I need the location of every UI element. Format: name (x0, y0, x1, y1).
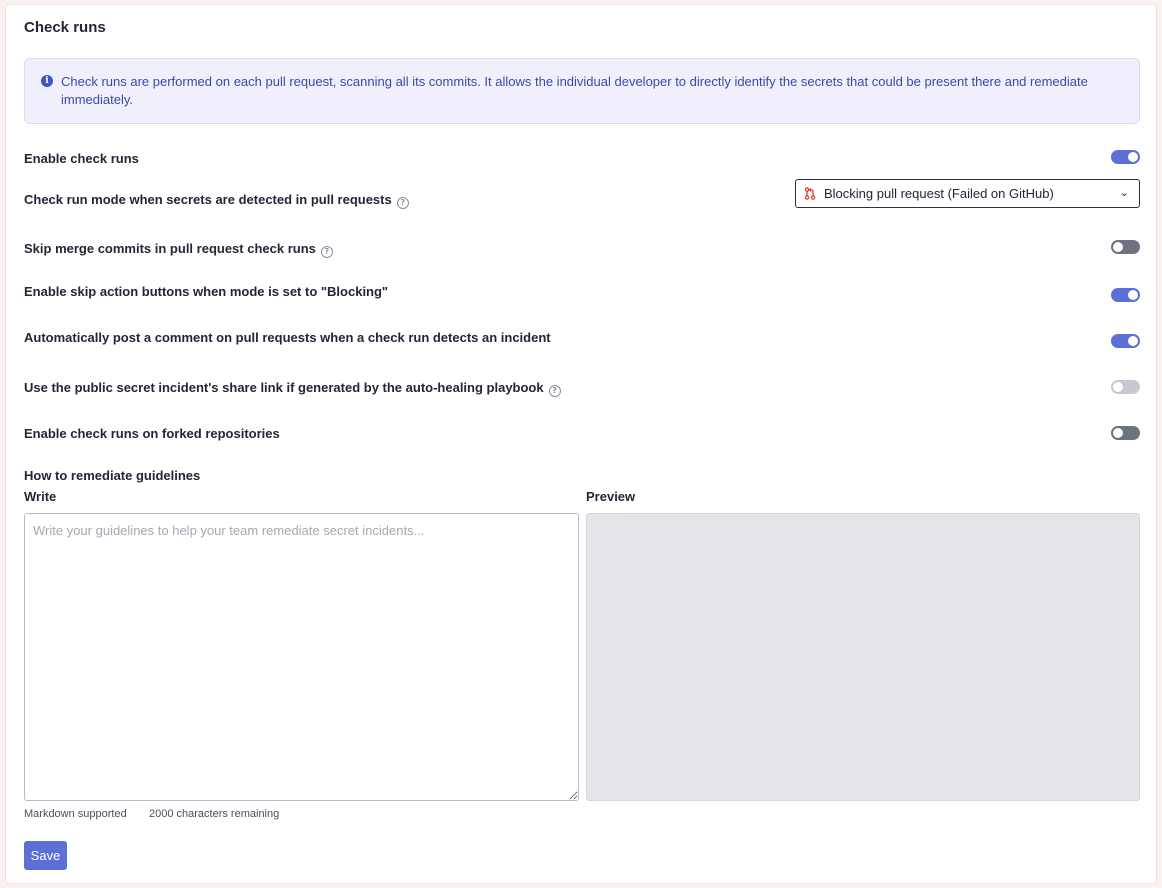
skip-merge-commits-toggle[interactable] (1111, 240, 1140, 254)
check-runs-card: Check runs i Check runs are performed on… (5, 4, 1157, 884)
setting-label: Check run mode when secrets are detected… (24, 191, 409, 209)
check-run-mode-value: Blocking pull request (Failed on GitHub) (824, 186, 1054, 201)
setting-label: Enable check runs (24, 151, 139, 166)
info-banner: i Check runs are performed on each pull … (24, 58, 1140, 124)
setting-label: Use the public secret incident's share l… (24, 379, 561, 397)
setting-label: Enable check runs on forked repositories (24, 426, 280, 441)
setting-skip-merge-commits: Skip merge commits in pull request check… (24, 240, 1140, 268)
setting-label: Automatically post a comment on pull req… (24, 330, 551, 345)
setting-public-share-link: Use the public secret incident's share l… (24, 379, 1140, 407)
setting-check-run-mode: Check run mode when secrets are detected… (24, 179, 1140, 219)
forked-repositories-toggle[interactable] (1111, 426, 1140, 440)
setting-enable-check-runs: Enable check runs (24, 150, 1140, 178)
setting-auto-post-comment: Automatically post a comment on pull req… (24, 329, 1140, 357)
guidelines-preview (586, 513, 1140, 801)
guidelines-textarea[interactable] (24, 513, 579, 801)
preview-label: Preview (586, 489, 636, 504)
skip-action-buttons-toggle[interactable] (1111, 288, 1140, 302)
characters-remaining: 2000 characters remaining (149, 808, 280, 820)
info-text: Check runs are performed on each pull re… (61, 74, 1088, 107)
setting-label: Enable skip action buttons when mode is … (24, 284, 389, 299)
info-icon: i (41, 75, 53, 87)
setting-label-text: Check run mode when secrets are detected… (24, 192, 392, 207)
guidelines-heading: How to remediate guidelines (24, 468, 201, 483)
help-icon[interactable]: ? (320, 246, 333, 258)
setting-enable-skip-action-buttons: Enable skip action buttons when mode is … (24, 283, 1140, 311)
chevron-down-icon: ⌄ (1119, 187, 1129, 199)
auto-post-comment-toggle[interactable] (1111, 334, 1140, 348)
save-button[interactable]: Save (24, 841, 67, 870)
page-title: Check runs (24, 19, 106, 36)
pull-request-icon (804, 187, 816, 200)
setting-label-text: Skip merge commits in pull request check… (24, 241, 316, 256)
setting-label: Skip merge commits in pull request check… (24, 240, 333, 258)
setting-forked-repositories: Enable check runs on forked repositories (24, 425, 1140, 453)
help-icon[interactable]: ? (396, 197, 409, 209)
setting-label-text: Use the public secret incident's share l… (24, 380, 544, 395)
help-icon[interactable]: ? (548, 385, 561, 397)
write-label: Write (24, 489, 57, 504)
check-run-mode-select[interactable]: Blocking pull request (Failed on GitHub)… (795, 179, 1140, 208)
public-share-link-toggle[interactable] (1111, 380, 1140, 394)
enable-check-runs-toggle[interactable] (1111, 150, 1140, 164)
markdown-hint: Markdown supported (24, 808, 127, 820)
